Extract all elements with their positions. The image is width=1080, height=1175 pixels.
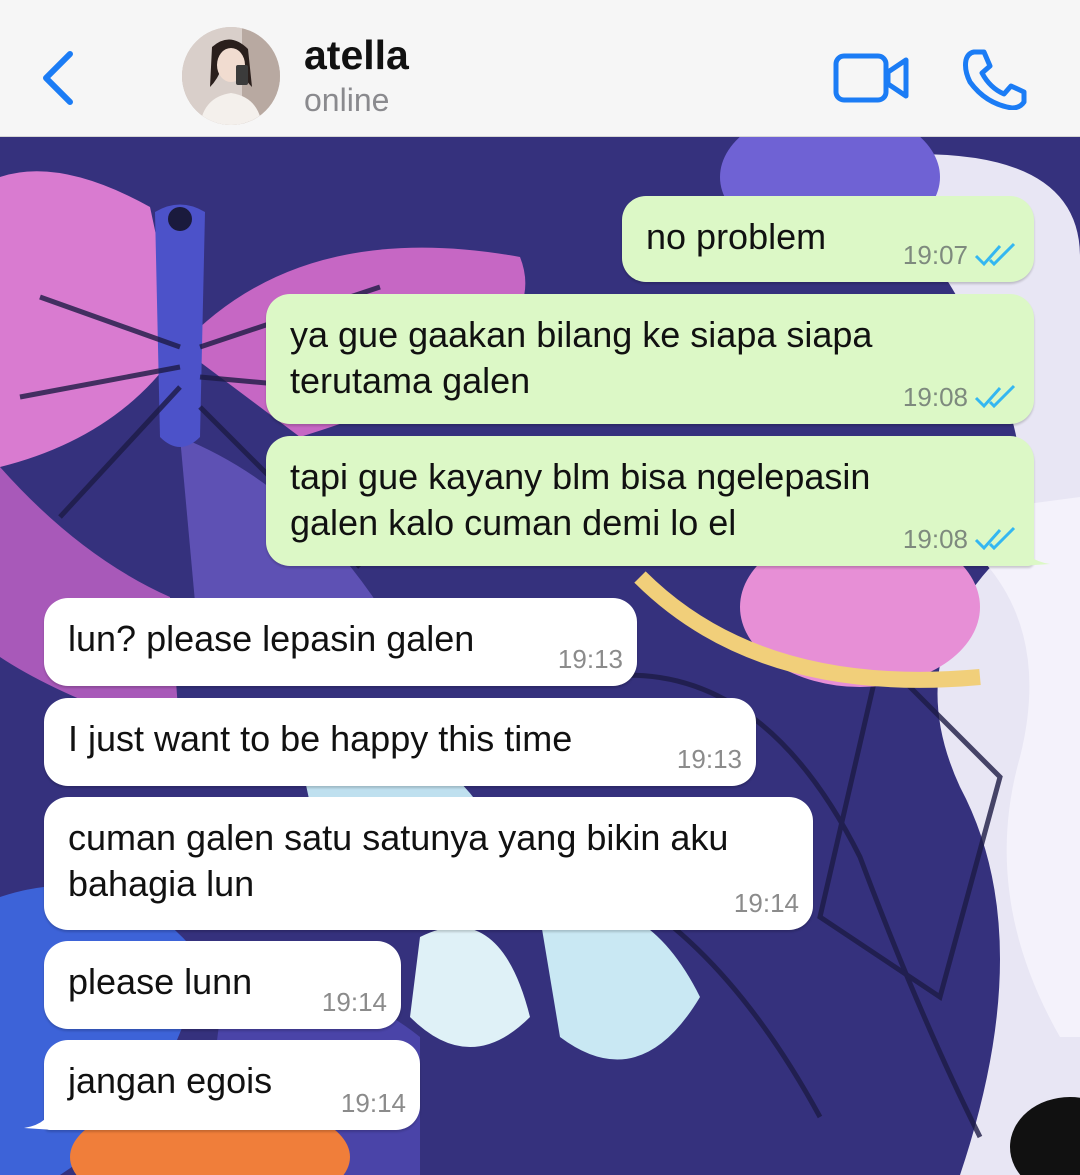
message-text: please lunn xyxy=(68,961,253,1002)
message-meta: 19:13 xyxy=(677,744,742,774)
message-meta: 19:13 xyxy=(558,644,623,674)
message-outgoing[interactable]: tapi gue kayany blm bisa ngelepasin gale… xyxy=(266,436,1050,566)
message-meta: 19:14 xyxy=(734,888,799,918)
message-time: 19:07 xyxy=(902,240,968,270)
video-call-icon[interactable] xyxy=(832,50,912,106)
chat-header: atella online xyxy=(0,0,1080,137)
bubble-tail xyxy=(1020,540,1050,566)
message-outgoing[interactable]: no problem 19:07 xyxy=(622,196,1034,282)
message-meta: 19:14 xyxy=(341,1088,406,1118)
read-receipt-icon xyxy=(974,384,1016,409)
message-meta: 19:14 xyxy=(322,987,387,1017)
contact-info[interactable]: atella online xyxy=(304,32,409,122)
read-receipt-icon xyxy=(974,242,1016,267)
message-time: 19:08 xyxy=(902,382,968,412)
message-text: tapi gue kayany blm bisa ngelepasin gale… xyxy=(290,456,871,543)
message-incoming[interactable]: I just want to be happy this time 19:13 xyxy=(44,698,756,786)
bubble-tail xyxy=(24,1102,54,1130)
message-text: ya gue gaakan bilang ke siapa siapa teru… xyxy=(290,314,873,401)
message-time: 19:14 xyxy=(340,1088,406,1118)
message-time: 19:13 xyxy=(676,744,742,774)
message-incoming[interactable]: cuman galen satu satunya yang bikin aku … xyxy=(44,797,813,930)
message-meta: 19:08 xyxy=(903,382,1020,412)
message-incoming[interactable]: jangan egois 19:14 xyxy=(24,1040,420,1130)
avatar-photo xyxy=(182,27,280,125)
contact-status: online xyxy=(304,82,390,118)
message-text: I just want to be happy this time xyxy=(68,718,573,759)
contact-name: atella xyxy=(304,32,409,78)
message-text: no problem xyxy=(646,216,827,257)
message-time: 19:13 xyxy=(557,644,623,674)
message-text: lun? please lepasin galen xyxy=(68,618,475,659)
message-time: 19:08 xyxy=(902,524,968,554)
avatar[interactable] xyxy=(182,27,280,125)
message-outgoing[interactable]: ya gue gaakan bilang ke siapa siapa teru… xyxy=(266,294,1034,424)
back-chevron-icon[interactable] xyxy=(36,48,82,108)
message-time: 19:14 xyxy=(321,987,387,1017)
message-text: cuman galen satu satunya yang bikin aku … xyxy=(68,817,729,904)
message-meta: 19:07 xyxy=(903,240,1020,270)
message-incoming[interactable]: lun? please lepasin galen 19:13 xyxy=(44,598,637,686)
phone-call-icon[interactable] xyxy=(960,46,1028,110)
read-receipt-icon xyxy=(974,526,1016,551)
message-time: 19:14 xyxy=(733,888,799,918)
message-text: jangan egois xyxy=(68,1060,273,1101)
message-incoming[interactable]: please lunn 19:14 xyxy=(44,941,401,1029)
message-meta: 19:08 xyxy=(903,524,1020,554)
